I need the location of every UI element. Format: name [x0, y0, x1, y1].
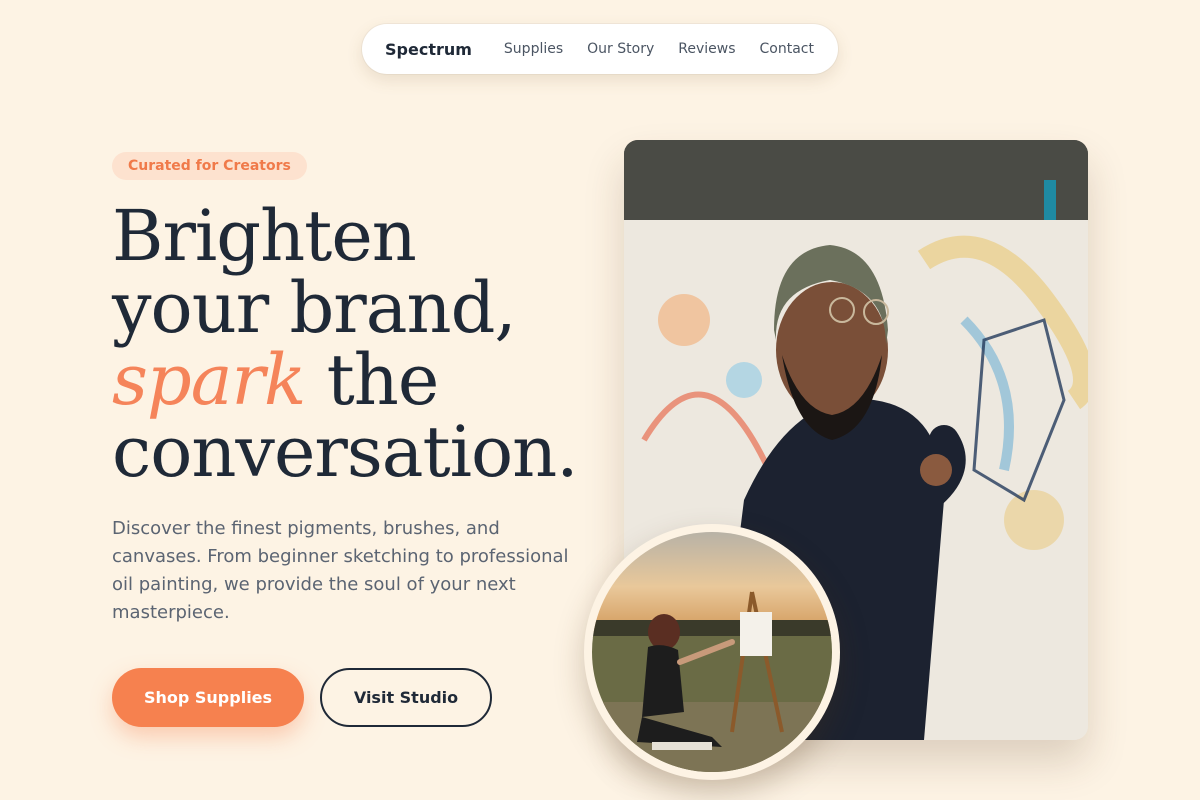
- hero-description: Discover the finest pigments, brushes, a…: [112, 518, 569, 623]
- nav-link-our-story[interactable]: Our Story: [587, 41, 654, 57]
- headline-text: Brighten your brand,: [112, 195, 517, 349]
- brand-logo[interactable]: Spectrum: [385, 40, 472, 59]
- nav-link-contact[interactable]: Contact: [760, 41, 814, 57]
- hero-badge: Curated for Creators: [112, 152, 307, 180]
- visit-studio-button[interactable]: Visit Studio: [320, 668, 492, 727]
- shop-supplies-button[interactable]: Shop Supplies: [112, 668, 304, 727]
- nav-link-supplies[interactable]: Supplies: [504, 41, 563, 57]
- inset-image-frame: [584, 524, 840, 780]
- headline-accent: spark: [112, 339, 306, 421]
- woman-painting-outdoors-photo: [592, 532, 832, 772]
- nav-link-reviews[interactable]: Reviews: [678, 41, 735, 57]
- inset-image: [592, 532, 832, 772]
- top-nav: Spectrum Supplies Our Story Reviews Cont…: [362, 24, 838, 74]
- hero-headline: Brighten your brand, spark the conversat…: [112, 200, 582, 488]
